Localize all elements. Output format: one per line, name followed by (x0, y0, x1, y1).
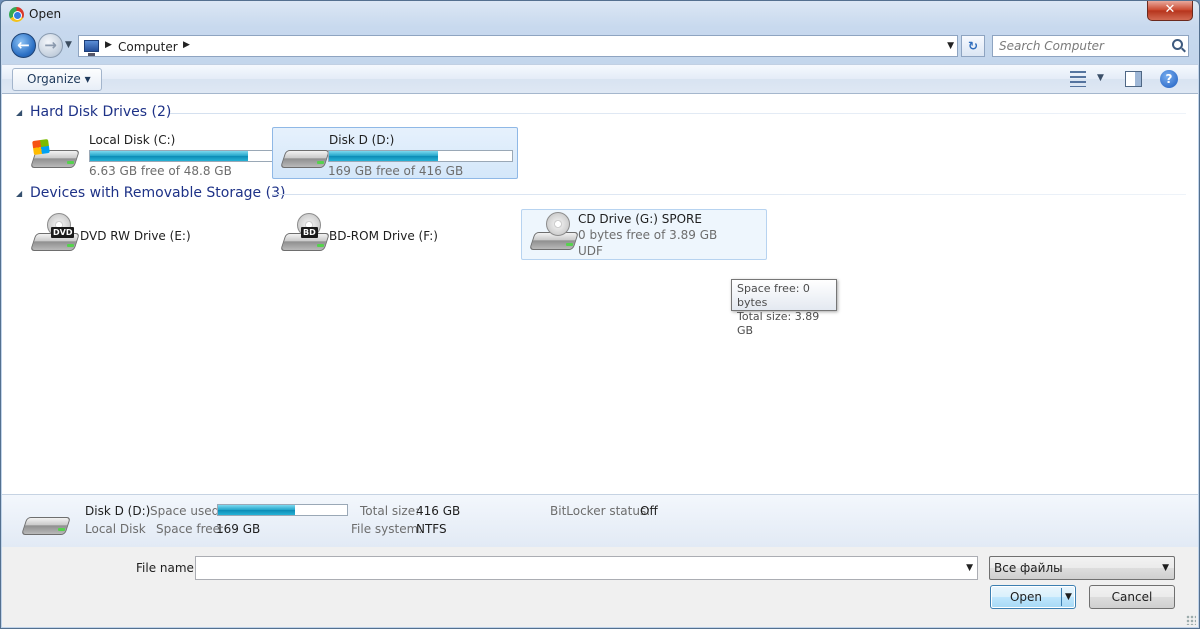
chrome-icon (9, 7, 24, 22)
drive-tile-cd-g-spore[interactable]: CD Drive (G:) SPORE 0 bytes free of 3.89… (521, 209, 767, 260)
details-drive-name: Disk D (D:) (85, 504, 151, 518)
optical-drive-icon (529, 212, 579, 252)
file-name-combobox[interactable]: ▼ (195, 556, 978, 580)
organize-button[interactable]: Organize ▾ (12, 68, 102, 91)
group-divider (272, 194, 1186, 195)
open-button[interactable]: Open ▼ (990, 585, 1076, 609)
total-size-label: Total size: (360, 504, 420, 518)
drive-tile-bd-rom-f[interactable]: BD BD-ROM Drive (F:) (272, 210, 518, 262)
title-bar[interactable]: Open ✕ (1, 1, 1199, 29)
breadcrumb-computer[interactable]: Computer (118, 40, 178, 54)
file-system-label: File system: (351, 522, 423, 536)
file-name-input[interactable] (196, 557, 956, 579)
space-used-label: Space used: (150, 504, 224, 518)
command-bar: Organize ▾ ▼ ? (2, 64, 1198, 94)
address-bar[interactable]: ▶ Computer ▶ ▼ (78, 35, 958, 57)
hard-drive-icon (21, 511, 71, 537)
recent-locations-chevron-icon[interactable]: ▼ (65, 40, 72, 50)
collapse-triangle-icon[interactable]: ◢ (16, 108, 22, 117)
navigation-bar: ← → ▼ ▶ Computer ▶ ▼ ↻ (1, 31, 1199, 61)
hard-drive-icon (280, 144, 330, 170)
chevron-down-icon: ▼ (1097, 73, 1104, 83)
breadcrumb-separator-icon[interactable]: ▶ (105, 40, 112, 50)
breadcrumb-separator-icon[interactable]: ▶ (183, 40, 190, 50)
dialog-footer: File name: ▼ Все файлы ▼ Open ▼ Cancel (2, 547, 1198, 627)
forward-button[interactable]: → (38, 33, 63, 58)
chevron-down-icon[interactable]: ▼ (966, 563, 973, 573)
capacity-bar (328, 150, 513, 162)
bitlocker-status-label: BitLocker status: (550, 504, 651, 518)
optical-drive-icon: DVD (30, 213, 80, 253)
collapse-triangle-icon[interactable]: ◢ (16, 189, 22, 198)
space-free-label: Space free: (156, 522, 225, 536)
windows-logo-icon (32, 138, 50, 156)
help-icon[interactable]: ? (1160, 70, 1178, 88)
open-dialog-window: Open ✕ ← → ▼ ▶ Computer ▶ ▼ ↻ Organize ▾… (0, 0, 1200, 629)
file-name-label: File name: (136, 561, 198, 575)
bitlocker-status-value: Off (640, 504, 658, 518)
space-used-bar (217, 504, 348, 516)
file-type-filter-select[interactable]: Все файлы ▼ (989, 556, 1175, 580)
search-box[interactable] (992, 35, 1189, 57)
computer-icon (84, 40, 99, 56)
open-options-chevron-icon[interactable]: ▼ (1065, 592, 1072, 602)
window-title: Open (29, 7, 62, 21)
total-size-value: 416 GB (416, 504, 461, 518)
back-button[interactable]: ← (11, 33, 36, 58)
drive-tile-local-disk-c[interactable]: Local Disk (C:) 6.63 GB free of 48.8 GB (22, 127, 274, 179)
hard-drive-icon (30, 138, 80, 170)
refresh-button[interactable]: ↻ (961, 35, 985, 57)
resize-grip-icon[interactable] (1186, 615, 1196, 625)
group-divider (170, 113, 1186, 114)
drive-tile-dvd-rw-e[interactable]: DVD DVD RW Drive (E:) (22, 210, 268, 262)
view-list-icon (1070, 71, 1086, 87)
file-list-pane[interactable]: ◢ Hard Disk Drives (2) Local Disk (C:) 6… (2, 94, 1198, 494)
search-icon[interactable] (1172, 39, 1183, 50)
details-pane: Disk D (D:) Local Disk Space used: Space… (2, 494, 1198, 547)
preview-pane-icon[interactable] (1125, 71, 1142, 87)
space-free-value: 169 GB (216, 522, 261, 536)
search-input[interactable] (993, 36, 1163, 56)
address-dropdown-icon[interactable]: ▼ (947, 41, 954, 51)
capacity-bar (89, 150, 274, 162)
drive-space-tooltip: Space free: 0 bytes Total size: 3.89 GB (731, 279, 837, 337)
drive-tile-disk-d[interactable]: Disk D (D:) 169 GB free of 416 GB (272, 127, 518, 179)
disc-icon (546, 212, 570, 236)
chevron-down-icon: ▼ (1162, 563, 1169, 573)
change-view-button[interactable]: ▼ (1070, 71, 1108, 89)
optical-drive-icon: BD (280, 213, 330, 253)
file-system-value: NTFS (416, 522, 447, 536)
details-drive-type: Local Disk (85, 522, 146, 536)
close-button[interactable]: ✕ (1147, 1, 1193, 21)
cancel-button[interactable]: Cancel (1089, 585, 1175, 609)
